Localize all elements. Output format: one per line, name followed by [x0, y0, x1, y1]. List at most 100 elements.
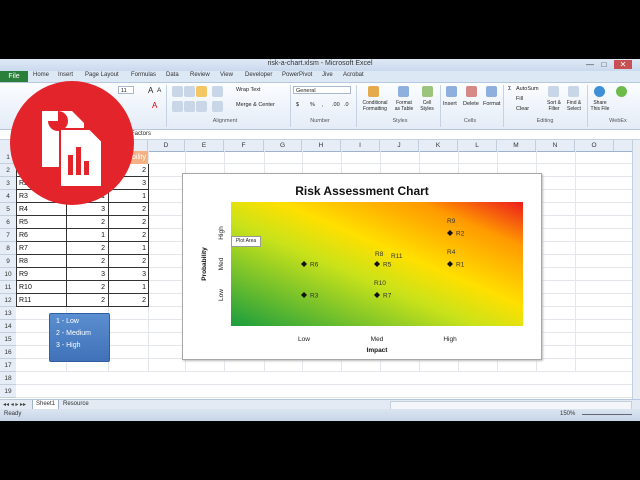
row-header[interactable]: 8 — [0, 242, 16, 255]
autosum-button[interactable]: AutoSum — [516, 86, 539, 92]
formula-content[interactable]: Factors — [131, 130, 151, 139]
sheet-nav-icon[interactable]: ◂◂ ◂ ▸ ▸▸ — [3, 401, 26, 408]
row-header[interactable]: 16 — [0, 346, 16, 359]
globe-icon[interactable] — [594, 86, 605, 97]
tab-home[interactable]: Home — [33, 72, 49, 78]
insert-cells-icon[interactable] — [446, 86, 457, 97]
tab-powerpivot[interactable]: PowerPivot — [282, 72, 312, 78]
column-header[interactable]: J — [380, 140, 419, 151]
align-center-icon[interactable] — [184, 101, 195, 112]
currency-button[interactable]: $ — [296, 102, 299, 108]
row-header[interactable]: 19 — [0, 385, 16, 398]
row-header[interactable]: 14 — [0, 320, 16, 333]
cell-styles-button[interactable]: Cell Styles — [418, 100, 436, 112]
align-left-icon[interactable] — [172, 101, 183, 112]
tab-data[interactable]: Data — [166, 72, 179, 78]
conditional-formatting-button[interactable]: Conditional Formatting — [360, 100, 390, 112]
percent-button[interactable]: % — [310, 102, 315, 108]
insert-button[interactable]: Insert — [443, 101, 457, 107]
column-header[interactable]: H — [302, 140, 341, 151]
fill-button[interactable]: Fill — [516, 96, 523, 102]
column-header[interactable]: F — [224, 140, 264, 151]
risk-chart[interactable]: Risk Assessment Chart Probability Impact… — [182, 173, 542, 360]
maximize-button[interactable]: □ — [598, 60, 610, 69]
data-label: R3 — [310, 293, 319, 300]
format-as-table-button[interactable]: Format as Table — [393, 100, 415, 112]
align-middle-icon[interactable] — [184, 86, 195, 97]
tab-developer[interactable]: Developer — [245, 72, 272, 78]
tab-page-layout[interactable]: Page Layout — [85, 72, 119, 78]
indent-icon[interactable] — [212, 101, 223, 112]
zoom-level[interactable]: 150% — [560, 411, 575, 417]
y-tick-label: High — [218, 226, 225, 240]
align-bottom-icon[interactable] — [196, 86, 207, 97]
align-top-icon[interactable] — [172, 86, 183, 97]
data-label: R7 — [383, 293, 392, 300]
cell-styles-icon[interactable] — [422, 86, 433, 97]
grow-font-button[interactable]: A — [148, 86, 153, 95]
data-label: R1 — [456, 262, 465, 269]
window-title: risk-a-chart.xlsm - Microsoft Excel — [267, 60, 373, 67]
orientation-icon[interactable] — [212, 86, 223, 97]
column-header[interactable]: K — [419, 140, 458, 151]
column-header[interactable]: G — [264, 140, 302, 151]
column-header[interactable]: I — [341, 140, 380, 151]
zoom-slider[interactable] — [582, 414, 632, 415]
increase-decimal-button[interactable]: .00 — [332, 102, 340, 108]
conditional-formatting-icon[interactable] — [368, 86, 379, 97]
row-header[interactable]: 11 — [0, 281, 16, 294]
scale-legend-box[interactable]: 1 - Low 2 - Medium 3 - High — [49, 313, 110, 362]
tab-jive[interactable]: Jive — [322, 72, 333, 78]
column-header[interactable]: E — [185, 140, 224, 151]
row-header[interactable]: 15 — [0, 333, 16, 346]
row-header[interactable]: 12 — [0, 294, 16, 307]
vertical-scrollbar[interactable] — [632, 140, 640, 399]
autosum-icon[interactable]: Σ — [508, 86, 511, 92]
sort-filter-button[interactable]: Sort & Filter — [544, 100, 564, 112]
merge-center-button[interactable]: Merge & Center — [236, 102, 275, 108]
row-header[interactable]: 9 — [0, 255, 16, 268]
table-border — [148, 164, 149, 307]
column-header[interactable]: N — [536, 140, 575, 151]
find-select-button[interactable]: Find & Select — [564, 100, 584, 112]
comma-button[interactable]: , — [322, 102, 324, 108]
chart-svg[interactable]: Risk Assessment Chart Probability Impact… — [183, 174, 541, 359]
tab-view[interactable]: View — [220, 72, 233, 78]
webex-icon[interactable] — [616, 86, 627, 97]
sort-filter-icon[interactable] — [548, 86, 559, 97]
row-header[interactable]: 17 — [0, 359, 16, 372]
shrink-font-button[interactable]: A — [157, 87, 161, 94]
font-color-button[interactable]: A — [152, 101, 157, 110]
row-header[interactable]: 6 — [0, 216, 16, 229]
format-cells-icon[interactable] — [486, 86, 497, 97]
delete-cells-icon[interactable] — [466, 86, 477, 97]
share-file-button[interactable]: Share This File — [589, 100, 611, 112]
row-header[interactable]: 13 — [0, 307, 16, 320]
delete-button[interactable]: Delete — [463, 101, 479, 107]
sheet-tab-resource[interactable]: Resource — [60, 400, 92, 409]
tab-formulas[interactable]: Formulas — [131, 72, 156, 78]
find-select-icon[interactable] — [568, 86, 579, 97]
wrap-text-button[interactable]: Wrap Text — [236, 87, 261, 93]
align-right-icon[interactable] — [196, 101, 207, 112]
row-header[interactable]: 18 — [0, 372, 16, 385]
column-header[interactable]: D — [148, 140, 185, 151]
row-header[interactable]: 10 — [0, 268, 16, 281]
format-as-table-icon[interactable] — [398, 86, 409, 97]
close-button[interactable]: ✕ — [614, 60, 632, 69]
clear-button[interactable]: Clear — [516, 106, 529, 112]
column-header[interactable]: M — [497, 140, 536, 151]
tab-review[interactable]: Review — [190, 72, 210, 78]
column-header[interactable]: O — [575, 140, 614, 151]
format-button[interactable]: Format — [483, 101, 500, 107]
group-webex-label: WebEx — [609, 118, 627, 124]
ribbon-separator — [587, 85, 588, 127]
tab-insert[interactable]: Insert — [58, 72, 73, 78]
row-header[interactable]: 7 — [0, 229, 16, 242]
number-format-select[interactable]: General — [293, 86, 351, 94]
minimize-button[interactable]: — — [584, 60, 596, 69]
x-axis-label: Impact — [367, 347, 389, 354]
decrease-decimal-button[interactable]: .0 — [344, 102, 349, 108]
column-header[interactable]: L — [458, 140, 497, 151]
tab-acrobat[interactable]: Acrobat — [343, 72, 364, 78]
